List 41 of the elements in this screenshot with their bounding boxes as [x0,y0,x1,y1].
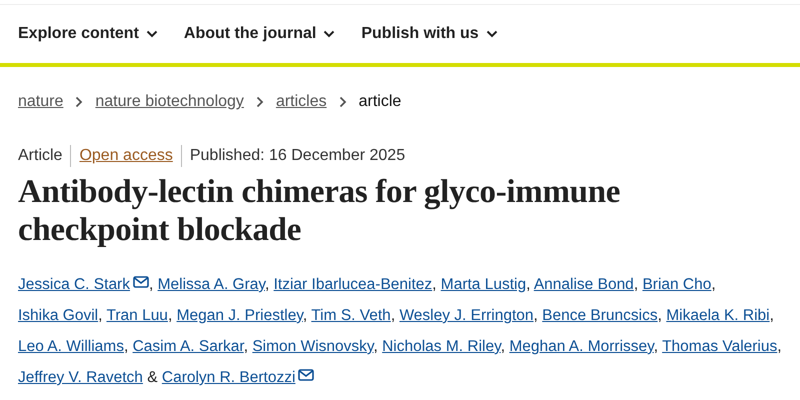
breadcrumb-link[interactable]: nature [18,93,64,111]
nav-menu-button[interactable]: About the journal [184,25,336,43]
breadcrumb-link[interactable]: articles [276,93,327,111]
author-link[interactable]: Annalise Bond [534,276,634,293]
author-list: Jessica C. Stark , Melissa A. Gray, Itziar Ibarlucea-Benitez, Marta Lustig, Annalise Bond, Brian Cho, Ishika Govil, Tran Luu, Megan J. Priestley, Tim S. Veth, Wesley J. Errington, Bence Bruncsics, Mikaela K. Ribi, Leo A. Williams, Casim A. Sarkar, Simon Wisnovsky, Nicholas M. Riley, Meghan A. Morrissey, Thomas Valerius, Jeffrey V. Ravetch & Carolyn R. Bertozzi [0,269,800,393]
author-link[interactable]: Nicholas M. Riley [382,338,501,355]
author-link[interactable]: Carolyn R. Bertozzi [162,369,314,386]
chevron-down-icon [486,30,498,38]
author-link[interactable]: Marta Lustig [440,276,526,293]
author-link[interactable]: Itziar Ibarlucea-Benitez [274,276,432,293]
breadcrumb-current: article [358,93,402,111]
author-link[interactable]: Megan J. Priestley [176,307,303,324]
article-title: Antibody-lectin chimeras for glyco-immune checkpoint blockade [17,173,622,249]
mail-icon [298,369,314,381]
chevron-down-icon [146,30,158,38]
chevron-right-icon [338,96,347,108]
author-link[interactable]: Casim A. Sarkar [132,338,244,355]
author-link[interactable]: Melissa A. Gray [158,276,265,293]
nav-menu-button[interactable]: Explore content [18,25,158,43]
chevron-right-icon [75,96,84,108]
published-date: Published: 16 December 2025 [190,147,406,165]
author-link[interactable]: Simon Wisnovsky [252,338,374,355]
author-link[interactable]: Tim S. Veth [311,307,391,324]
chevron-right-icon [256,96,264,108]
open-access-link[interactable]: Open access [79,147,173,165]
author-link[interactable]: Thomas Valerius [662,338,778,355]
mail-icon [132,276,149,288]
author-link[interactable]: Meghan A. Morrissey [509,338,654,355]
author-link[interactable]: Tran Luu [106,307,168,324]
author-link[interactable]: Jeffrey V. Ravetch [18,369,143,386]
author-link[interactable]: Mikaela K. Ribi [666,307,770,324]
author-link[interactable]: Bence Bruncsics [542,307,658,324]
chevron-down-icon [323,30,336,38]
author-link[interactable]: Wesley J. Errington [399,307,534,324]
author-link[interactable]: Jessica C. Stark [18,276,149,293]
author-link[interactable]: Ishika Govil [18,307,98,324]
breadcrumb-link[interactable]: nature biotechnology [95,93,244,111]
nav-menu-button[interactable]: Publish with us [361,25,498,43]
author-link[interactable]: Leo A. Williams [18,338,124,355]
author-link[interactable]: Brian Cho [642,276,712,293]
article-type: Article [18,147,62,165]
